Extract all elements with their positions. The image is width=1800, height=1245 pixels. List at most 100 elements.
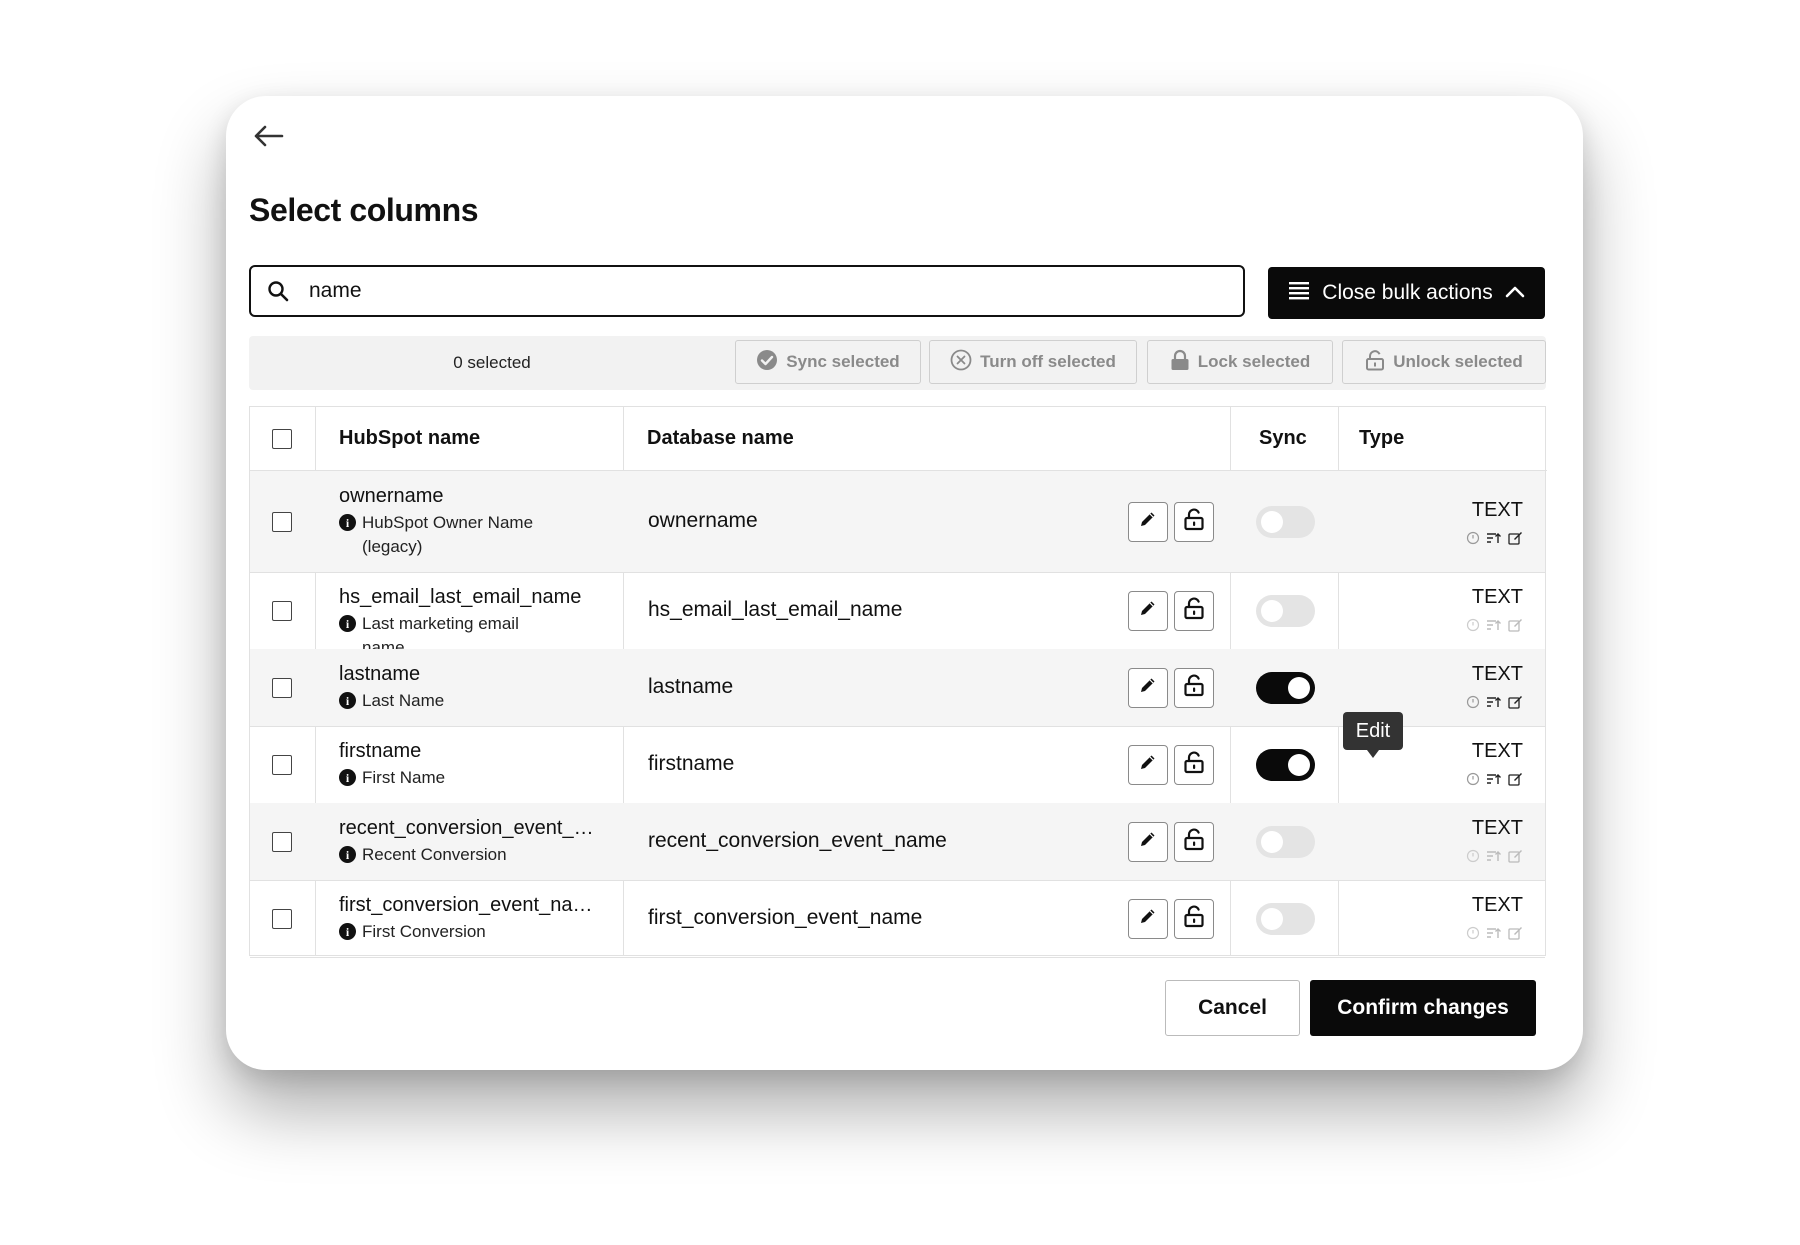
clock-icon bbox=[1466, 849, 1480, 868]
lock-toggle-button[interactable] bbox=[1174, 744, 1214, 785]
table-row[interactable]: first_conversion_event_na… i First Convers… bbox=[250, 880, 1545, 958]
database-name: recent_conversion_event_name bbox=[648, 828, 947, 852]
sync-toggle[interactable] bbox=[1256, 594, 1315, 627]
turn-off-selected-button[interactable]: Turn off selected bbox=[929, 340, 1137, 384]
chevron-up-icon bbox=[1505, 281, 1525, 305]
lock-toggle-button[interactable] bbox=[1174, 898, 1214, 939]
lock-selected-button[interactable]: Lock selected bbox=[1147, 340, 1333, 384]
pencil-icon bbox=[1138, 509, 1158, 534]
hubspot-name: recent_conversion_event_… bbox=[339, 817, 594, 839]
select-columns-dialog: Select columns Close bulk actions 0 sele… bbox=[226, 96, 1583, 1070]
hubspot-name: firstname bbox=[339, 740, 422, 762]
hubspot-label: i Recent Conversion bbox=[339, 843, 559, 867]
unlock-icon bbox=[1183, 673, 1205, 702]
edit-button[interactable] bbox=[1128, 667, 1168, 708]
cancel-button[interactable]: Cancel bbox=[1165, 980, 1300, 1036]
search-field[interactable] bbox=[249, 265, 1245, 317]
toggle-knob bbox=[1261, 599, 1283, 622]
row-checkbox[interactable] bbox=[272, 600, 292, 621]
close-bulk-actions-label: Close bulk actions bbox=[1322, 281, 1493, 304]
edit-button[interactable] bbox=[1128, 744, 1168, 785]
database-name: hs_email_last_email_name bbox=[648, 597, 903, 621]
type-actions bbox=[1466, 695, 1523, 714]
table-row[interactable]: ownername i HubSpot Owner Name (legacy) own… bbox=[250, 471, 1545, 573]
unlock-selected-button[interactable]: Unlock selected bbox=[1342, 340, 1546, 384]
hubspot-label: i HubSpot Owner Name (legacy) bbox=[339, 511, 559, 559]
clock-icon bbox=[1466, 772, 1480, 791]
hubspot-label: i First Conversion bbox=[339, 920, 559, 944]
column-type: TEXT bbox=[1471, 499, 1523, 521]
clock-icon bbox=[1466, 926, 1480, 945]
header-type: Type bbox=[1359, 427, 1405, 449]
sort-icon bbox=[1486, 695, 1502, 714]
sync-toggle[interactable] bbox=[1256, 825, 1315, 858]
x-circle-icon bbox=[950, 349, 972, 376]
pencil-icon bbox=[1138, 829, 1158, 854]
unlock-icon bbox=[1183, 904, 1205, 933]
edit-button[interactable] bbox=[1128, 821, 1168, 862]
list-icon bbox=[1288, 280, 1310, 306]
toggle-knob bbox=[1261, 510, 1283, 533]
page-title: Select columns bbox=[249, 192, 479, 228]
lock-toggle-button[interactable] bbox=[1174, 501, 1214, 542]
search-input[interactable] bbox=[307, 278, 1211, 304]
header-hubspot-name: HubSpot name bbox=[339, 427, 481, 449]
table-row[interactable]: hs_email_last_email_name i Last marketing … bbox=[250, 572, 1545, 657]
table-row[interactable]: recent_conversion_event_… i Recent Convers… bbox=[250, 803, 1545, 881]
column-type: TEXT bbox=[1471, 894, 1523, 916]
lock-selected-label: Lock selected bbox=[1197, 352, 1311, 371]
sync-toggle[interactable] bbox=[1256, 748, 1315, 781]
database-name: lastname bbox=[648, 674, 734, 698]
info-icon: i bbox=[339, 514, 356, 531]
database-name: first_conversion_event_name bbox=[648, 905, 923, 929]
hubspot-label-text: HubSpot Owner Name (legacy) bbox=[362, 513, 534, 556]
edit-note-icon bbox=[1508, 926, 1523, 945]
lock-toggle-button[interactable] bbox=[1174, 590, 1214, 631]
header-database-name: Database name bbox=[647, 427, 794, 449]
row-checkbox[interactable] bbox=[272, 908, 292, 929]
info-icon: i bbox=[339, 923, 356, 940]
sort-icon bbox=[1486, 849, 1502, 868]
unlock-icon bbox=[1183, 596, 1205, 625]
unlock-icon bbox=[1183, 750, 1205, 779]
edit-note-icon bbox=[1508, 772, 1523, 791]
type-actions bbox=[1466, 849, 1523, 868]
hubspot-label: i First Name bbox=[339, 766, 559, 790]
sync-toggle[interactable] bbox=[1256, 505, 1315, 538]
row-checkbox[interactable] bbox=[272, 677, 292, 698]
turn-off-selected-label: Turn off selected bbox=[980, 352, 1116, 371]
search-icon bbox=[267, 278, 293, 304]
row-checkbox[interactable] bbox=[272, 511, 292, 532]
sort-icon bbox=[1486, 772, 1502, 791]
pencil-icon bbox=[1138, 906, 1158, 931]
confirm-changes-button[interactable]: Confirm changes bbox=[1310, 980, 1536, 1036]
sync-selected-label: Sync selected bbox=[786, 352, 900, 371]
lock-icon bbox=[1170, 349, 1190, 376]
edit-tooltip: Edit bbox=[1343, 712, 1403, 758]
sort-icon bbox=[1486, 531, 1502, 550]
edit-button[interactable] bbox=[1128, 898, 1168, 939]
header-sync: Sync bbox=[1259, 427, 1307, 449]
sort-icon bbox=[1486, 926, 1502, 945]
edit-button[interactable] bbox=[1128, 501, 1168, 542]
lock-toggle-button[interactable] bbox=[1174, 821, 1214, 862]
sync-selected-button[interactable]: Sync selected bbox=[735, 340, 921, 384]
unlock-icon bbox=[1183, 507, 1205, 536]
clock-icon bbox=[1466, 618, 1480, 637]
sync-toggle[interactable] bbox=[1256, 902, 1315, 935]
edit-button[interactable] bbox=[1128, 590, 1168, 631]
toggle-knob bbox=[1261, 907, 1283, 930]
row-checkbox[interactable] bbox=[272, 754, 292, 775]
clock-icon bbox=[1466, 531, 1480, 550]
clock-icon bbox=[1466, 695, 1480, 714]
hubspot-name: hs_email_last_email_name bbox=[339, 586, 582, 608]
hubspot-name: lastname bbox=[339, 663, 421, 685]
sync-toggle[interactable] bbox=[1256, 671, 1315, 704]
unlock-selected-label: Unlock selected bbox=[1393, 352, 1523, 371]
selected-count: 0 selected bbox=[453, 353, 531, 372]
lock-toggle-button[interactable] bbox=[1174, 667, 1214, 708]
close-bulk-actions-button[interactable]: Close bulk actions bbox=[1268, 267, 1545, 319]
select-all-checkbox[interactable] bbox=[272, 429, 292, 449]
row-checkbox[interactable] bbox=[272, 831, 292, 852]
arrow-left-icon[interactable] bbox=[248, 116, 288, 156]
